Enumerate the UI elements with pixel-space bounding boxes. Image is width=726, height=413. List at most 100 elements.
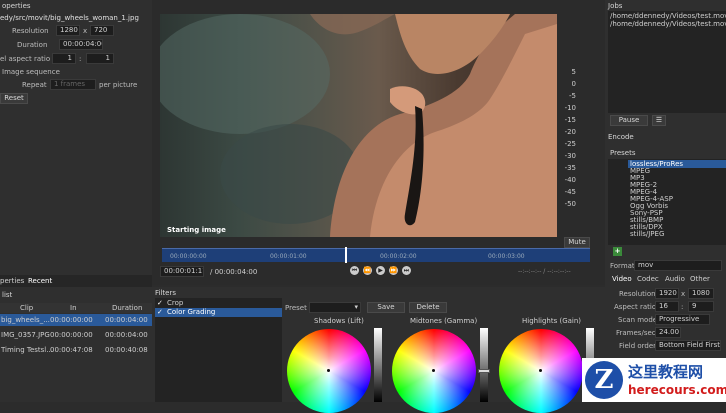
list-item[interactable]: ✓ Color Grading (155, 308, 282, 317)
tab-other[interactable]: Other (690, 275, 710, 283)
enc-res-width-field[interactable]: 1920 (655, 288, 679, 299)
add-preset-icon[interactable]: + (613, 247, 622, 256)
presets-list: lossless/ProRes MPEG MP3 MPEG-2 MPEG-4 M… (608, 159, 726, 245)
jobs-list: /home/ddennedy/Videos/test.mov /home/dde… (608, 11, 726, 113)
col-clip[interactable]: Clip (20, 304, 33, 312)
watermark-line1: 这里教程网 (628, 363, 704, 381)
viewer-panel: Starting image 5 0 -5 -10 -15 -20 -25 -3… (152, 0, 605, 285)
list-item[interactable]: /home/ddennedy/Videos/test.mov (610, 20, 726, 28)
table-row[interactable]: big_wheels_... 00:00:00:00 00:00:04:00 (0, 314, 152, 326)
enc-aspect-a-field[interactable]: 16 (655, 301, 679, 312)
shadows-slider[interactable] (374, 328, 382, 402)
checkbox-icon[interactable]: ✓ (157, 299, 163, 307)
preset-select[interactable]: ▾ (309, 302, 361, 313)
duration-field[interactable]: 00:00:04:00 (59, 39, 103, 50)
playlist-panel: list Clip In Duration big_wheels_... 00:… (0, 287, 152, 402)
fps-field[interactable]: 24.00 (655, 327, 681, 338)
audio-meter: 5 0 -5 -10 -15 -20 -25 -30 -35 -40 -45 -… (564, 68, 576, 208)
resolution-height-field[interactable]: 720 (90, 25, 114, 36)
pause-button[interactable]: Pause (610, 115, 648, 126)
tab-audio[interactable]: Audio (665, 275, 685, 283)
in-out-points: --:--:--:-- / --:--:--:-- (518, 268, 571, 275)
reset-button[interactable]: Reset (0, 93, 28, 104)
watermark-logo: Z 这里教程网 herecours.com (582, 358, 726, 402)
rewind-icon[interactable]: ⏪ (363, 266, 372, 275)
save-button[interactable]: Save (367, 302, 405, 313)
format-select[interactable]: mov (634, 260, 722, 271)
resolution-label: Resolution (12, 27, 49, 35)
midtones-wheel-handle[interactable] (432, 369, 435, 372)
left-tabbar: perties Recent (0, 275, 152, 287)
jobs-title: Jobs (608, 2, 623, 10)
format-label: Format (610, 262, 635, 270)
fast-forward-icon[interactable]: ⏩ (389, 266, 398, 275)
table-row[interactable]: Timing Testsl... 00:00:47:08 00:00:40:08 (0, 344, 152, 356)
tab-codec[interactable]: Codec (637, 275, 659, 283)
highlights-wheel-handle[interactable] (539, 369, 542, 372)
watermark-line2: herecours.com (628, 383, 726, 397)
resolution-x: x (83, 27, 88, 35)
duration-label: Duration (17, 41, 48, 49)
aspect-ratio-label: el aspect ratio (0, 55, 51, 63)
playhead[interactable] (345, 247, 347, 263)
transport-controls: ⏮ ⏪ ▶ ⏩ ⏭ (350, 266, 420, 276)
scan-mode-label: Scan mode (618, 316, 658, 324)
tab-video[interactable]: Video (612, 275, 632, 283)
aspect-a-field[interactable]: 1 (52, 53, 76, 64)
midtones-slider[interactable] (480, 328, 488, 402)
preset-label: Preset (285, 304, 307, 312)
image-caption: Starting image (167, 226, 226, 234)
jobs-menu-button[interactable]: ☰ (652, 115, 666, 126)
enc-aspect-sep: : (681, 303, 684, 311)
repeat-label: Repeat (22, 81, 47, 89)
presets-title: Presets (610, 149, 636, 157)
timecode-total: / 00:00:04:00 (210, 268, 258, 276)
checkbox-icon[interactable]: ✓ (157, 308, 163, 316)
delete-button[interactable]: Delete (409, 302, 447, 313)
list-item[interactable]: /home/ddennedy/Videos/test.mov (610, 12, 726, 20)
encode-title: Encode (608, 133, 634, 141)
skip-back-icon[interactable]: ⏮ (350, 266, 359, 275)
tab-recent[interactable]: Recent (28, 277, 52, 285)
resolution-width-field[interactable]: 1280 (56, 25, 80, 36)
properties-filepath: edy/src/movit/big_wheels_woman_1.jpg (0, 14, 139, 22)
midtones-label: Midtones (Gamma) (410, 317, 478, 325)
preview-image (160, 14, 557, 237)
aspect-b-field[interactable]: 1 (86, 53, 114, 64)
list-item[interactable]: ✓ Crop (155, 299, 282, 308)
skip-forward-icon[interactable]: ⏭ (402, 266, 411, 275)
filter-list: ✓ Crop ✓ Color Grading (155, 298, 282, 402)
list-item[interactable]: stills/JPEG (630, 230, 664, 238)
scan-mode-select[interactable]: Progressive (655, 314, 710, 325)
play-icon[interactable]: ▶ (376, 266, 385, 275)
shadows-label: Shadows (Lift) (314, 317, 364, 325)
col-in[interactable]: In (70, 304, 77, 312)
jobs-panel: Jobs /home/ddennedy/Videos/test.mov /hom… (605, 0, 726, 132)
properties-title: operties (2, 2, 31, 10)
tab-properties[interactable]: perties (0, 277, 24, 285)
highlights-label: Highlights (Gain) (522, 317, 582, 325)
col-duration[interactable]: Duration (112, 304, 142, 312)
enc-resolution-label: Resolution (619, 290, 656, 298)
per-picture-label: per picture (99, 81, 138, 89)
shadows-wheel-handle[interactable] (327, 369, 330, 372)
enc-res-height-field[interactable]: 1080 (688, 288, 714, 299)
enc-aspect-label: Aspect ratio (614, 303, 657, 311)
midtones-slider-handle[interactable] (478, 369, 490, 373)
video-frame[interactable]: Starting image (160, 14, 557, 237)
enc-aspect-b-field[interactable]: 9 (688, 301, 714, 312)
image-sequence-label: Image sequence (2, 68, 60, 76)
fps-label: Frames/sec (616, 329, 656, 337)
repeat-field[interactable]: 1 frames (50, 79, 96, 90)
properties-panel: operties edy/src/movit/big_wheels_woman_… (0, 0, 152, 275)
playlist-header: Clip In Duration (0, 303, 152, 313)
mute-button[interactable]: Mute (564, 237, 590, 248)
filters-panel: Filters ✓ Crop ✓ Color Grading Preset ▾ … (152, 287, 605, 413)
playlist-title: list (2, 291, 13, 299)
logo-mark-icon: Z (585, 361, 623, 399)
filters-title: Filters (155, 289, 176, 297)
timeline-ruler[interactable]: 00:00:00:00 00:00:01:00 00:00:02:00 00:0… (162, 247, 590, 263)
field-order-select[interactable]: Bottom Field First (655, 340, 721, 351)
timecode-current[interactable]: 00:00:01:17 (160, 266, 204, 277)
table-row[interactable]: IMG_0357.JPG 00:00:00:00 00:00:04:00 (0, 329, 152, 341)
